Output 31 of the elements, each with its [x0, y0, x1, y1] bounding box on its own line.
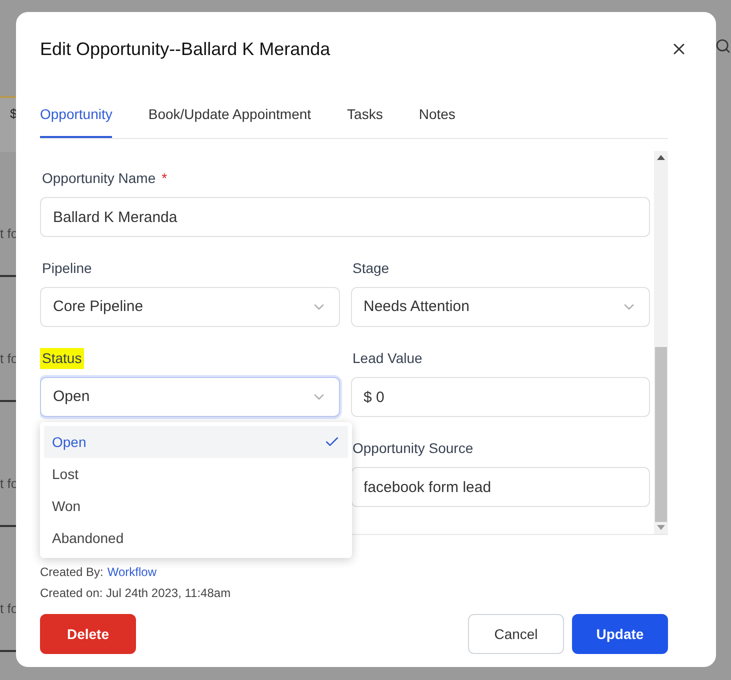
field-label: Lead Value: [352, 348, 424, 368]
select-field[interactable]: Open: [40, 377, 340, 417]
field-label: Status: [40, 348, 84, 368]
tab[interactable]: Book/Update Appointment: [148, 104, 312, 138]
tab[interactable]: Notes: [418, 104, 456, 138]
created-by-label: Created By:: [40, 564, 104, 581]
dropdown-option[interactable]: Won: [44, 490, 348, 522]
dropdown-option[interactable]: Lost: [44, 458, 348, 490]
required-asterisk: *: [162, 168, 168, 188]
input-field[interactable]: facebook form lead: [350, 467, 650, 507]
field-label: Stage: [352, 258, 390, 278]
dropdown-option[interactable]: Abandoned: [44, 522, 348, 554]
scroll-up-icon[interactable]: [657, 155, 665, 160]
cancel-button[interactable]: Cancel: [468, 614, 564, 654]
input-field[interactable]: $ 0: [350, 377, 650, 417]
search-icon[interactable]: [715, 38, 731, 54]
update-button[interactable]: Update: [572, 614, 668, 654]
dropdown-option[interactable]: Open: [44, 426, 348, 458]
created-on-text: Created on: Jul 24th 2023, 11:48am: [40, 585, 232, 602]
delete-button[interactable]: Delete: [40, 614, 136, 654]
field-label: Pipeline: [41, 258, 93, 278]
scrollbar[interactable]: [654, 151, 668, 534]
dialog-title: Edit Opportunity--Ballard K Meranda: [40, 38, 330, 61]
field-label: Opportunity Name: [41, 168, 157, 188]
tab[interactable]: Opportunity: [40, 104, 112, 138]
input-field[interactable]: Ballard K Meranda: [40, 197, 650, 237]
created-by-link[interactable]: Workflow: [107, 563, 156, 581]
select-field[interactable]: Needs Attention: [350, 287, 650, 327]
tab[interactable]: Tasks: [347, 104, 383, 138]
select-field[interactable]: Core Pipeline: [40, 287, 340, 327]
field-label: Opportunity Source: [352, 438, 474, 458]
